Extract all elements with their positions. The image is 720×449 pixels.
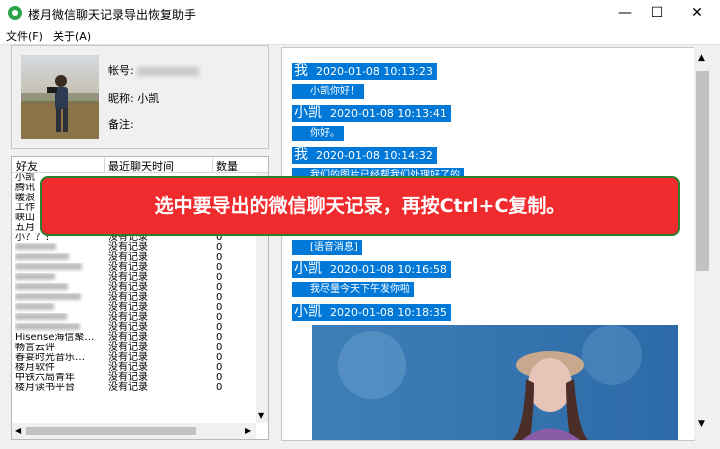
chat-message-header[interactable]: 我 2020-01-08 10:14:32 — [292, 147, 437, 164]
chat-message-text[interactable]: [语音消息] — [292, 240, 362, 255]
contact-name: 春宴时光音乐… — [15, 353, 85, 363]
contact-name — [15, 273, 103, 283]
contact-name — [15, 313, 103, 323]
remark-row: 备注: — [108, 116, 134, 132]
menu-file[interactable]: 文件(F) — [6, 28, 43, 44]
sender-name: 小凯 — [294, 105, 322, 121]
app-logo-icon — [8, 6, 22, 20]
contact-name: 楼月软件 — [15, 363, 55, 373]
scroll-left-icon[interactable]: ◀ — [15, 426, 21, 435]
account-row: 帐号: — [108, 62, 200, 78]
contact-name — [15, 253, 103, 263]
chat-message-header[interactable]: 小凯 2020-01-08 10:18:35 — [292, 304, 451, 321]
chat-message-header[interactable]: 小凯 2020-01-08 10:16:58 — [292, 261, 451, 278]
contact-name — [15, 283, 103, 293]
contact-name — [15, 243, 103, 253]
column-count[interactable]: 数量 — [216, 158, 238, 174]
message-timestamp: 2020-01-08 10:13:23 — [316, 65, 433, 78]
sender-name: 我 — [294, 147, 308, 163]
contact-name: 畅言云评 — [15, 343, 55, 353]
sender-name: 小凯 — [294, 304, 322, 320]
nickname-value: 小凯 — [137, 92, 160, 105]
list-horizontal-scrollbar[interactable]: ◀ ▶ — [12, 423, 256, 439]
chat-scroll-up-icon[interactable]: ▲ — [698, 53, 705, 63]
instruction-banner: 选中要导出的微信聊天记录，再按Ctrl+C复制。 — [40, 176, 680, 236]
contact-name — [15, 263, 103, 273]
scroll-right-icon[interactable]: ▶ — [245, 426, 251, 435]
nickname-row: 昵称: 小凯 — [108, 90, 159, 106]
chat-scroll-down-icon[interactable]: ▼ — [698, 419, 705, 429]
contact-name: 中铁六局青年 — [15, 373, 75, 383]
chat-scroll-thumb[interactable] — [696, 71, 709, 271]
account-value-blurred — [137, 66, 200, 76]
chat-message-text[interactable]: 我尽量今天下午发你啦 — [292, 282, 414, 297]
profile-panel: 帐号: 昵称: 小凯 备注: — [11, 45, 269, 149]
title-bar: 楼月微信聊天记录导出恢复助手 — ☐ ✕ — [0, 0, 720, 26]
menu-about[interactable]: 关于(A) — [53, 28, 91, 44]
list-header: 好友 最近聊天时间 数量 — [12, 157, 268, 173]
contact-name — [15, 293, 103, 303]
table-row[interactable]: 楼月读书平台 没有记录 0 — [12, 383, 256, 393]
close-button[interactable]: ✕ — [678, 0, 716, 26]
remark-label: 备注: — [108, 118, 134, 131]
contact-name: 楼月读书平台 — [15, 383, 75, 393]
message-timestamp: 2020-01-08 10:14:32 — [316, 149, 433, 162]
chat-record-view[interactable]: 我 2020-01-08 10:13:23 小凯你好！ 小凯 2020-01-08 10… — [281, 47, 695, 441]
chat-message-text[interactable]: 你好。 — [292, 126, 344, 141]
sender-name: 我 — [294, 63, 308, 79]
chat-message-header[interactable]: 小凯 2020-01-08 10:13:41 — [292, 105, 451, 122]
chat-message-text[interactable]: 小凯你好！ — [292, 84, 364, 99]
last-chat-time: 没有记录 — [108, 382, 148, 393]
chat-message-header[interactable]: 我 2020-01-08 10:13:23 — [292, 63, 437, 80]
message-count: 0 — [216, 382, 223, 393]
message-timestamp: 2020-01-08 10:13:41 — [330, 107, 447, 120]
chat-vertical-scrollbar[interactable]: ▲ ▼ — [694, 47, 711, 439]
window-title: 楼月微信聊天记录导出恢复助手 — [28, 8, 197, 22]
message-timestamp: 2020-01-08 10:16:58 — [330, 263, 447, 276]
avatar — [21, 55, 99, 139]
sender-name: 小凯 — [294, 261, 322, 277]
message-timestamp: 2020-01-08 10:18:35 — [330, 306, 447, 319]
chat-image-selected[interactable] — [312, 325, 678, 440]
horizontal-scroll-thumb[interactable] — [26, 427, 196, 435]
maximize-button[interactable]: ☐ — [638, 0, 676, 26]
contact-name — [15, 303, 103, 313]
column-last-chat-time[interactable]: 最近聊天时间 — [108, 158, 174, 174]
menu-bar: 文件(F) 关于(A) — [0, 26, 720, 45]
scroll-down-icon[interactable]: ▼ — [258, 411, 264, 420]
account-label: 帐号: — [108, 64, 134, 77]
contact-name — [15, 323, 103, 333]
column-friend[interactable]: 好友 — [16, 158, 38, 174]
nickname-label: 昵称: — [108, 92, 134, 105]
contact-name: Hisense海信聚… — [15, 333, 95, 343]
